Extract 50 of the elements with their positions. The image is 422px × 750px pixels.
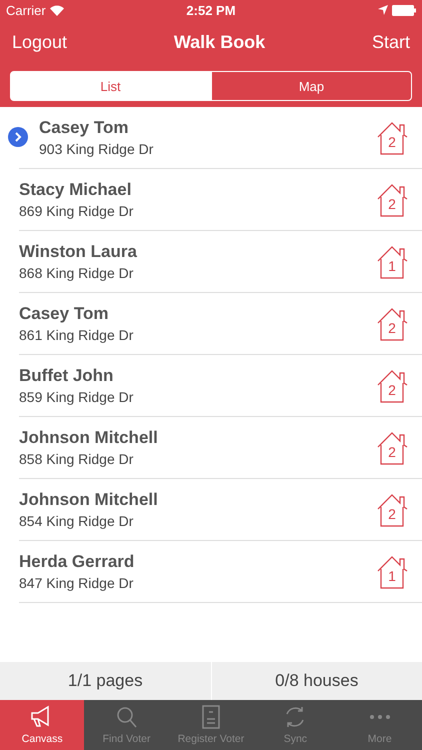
house-icon [376,306,408,340]
voter-address: 859 King Ridge Dr [19,389,134,405]
house-icon [376,244,408,278]
house-count: 2 [387,196,397,212]
voter-name: Herda Gerrard [19,552,136,572]
voter-address: 847 King Ridge Dr [19,575,134,591]
location-icon [378,5,388,15]
segment-tab[interactable]: Map [211,71,412,101]
house-count: 1 [387,568,397,584]
tab-bar-item[interactable]: More [338,700,422,750]
carrier-label: Carrier [6,2,46,18]
house-count: 2 [387,320,397,336]
voter-address: 903 King Ridge Dr [39,141,154,157]
voter-address: 868 King Ridge Dr [19,265,134,281]
house-icon [376,492,408,526]
house-count: 2 [387,444,397,460]
voter-name: Stacy Michael [19,180,132,200]
voter-name: Buffet John [19,366,114,386]
house-icon [376,430,408,464]
tab-bar-item[interactable]: Register Voter [168,700,254,750]
status-time: 2:52 PM [186,2,236,18]
chevron-icon[interactable] [8,127,28,147]
segment-tab[interactable]: List [10,71,211,101]
tab-bar-item[interactable]: Sync [253,700,338,750]
house-count: 1 [387,258,397,274]
house-icon [376,554,408,588]
voter-name: Johnson Mitchell [19,428,159,448]
voter-name: Casey Tom [19,304,110,324]
house-count: 2 [387,382,397,398]
battery-icon [392,4,416,16]
voter-address: 869 King Ridge Dr [19,203,134,219]
house-count: 2 [387,506,397,522]
tab-bar-item[interactable]: Canvass [0,700,84,750]
house-icon [376,368,408,402]
house-icon [376,120,408,154]
more-icon [368,715,391,719]
logout-button[interactable]: Logout [12,32,68,52]
voter-address: 861 King Ridge Dr [19,327,134,343]
voter-name: Casey Tom [39,118,130,138]
wifi-icon [50,4,64,16]
voter-name: Johnson Mitchell [19,490,159,510]
houses-count: 0/8 houses [274,670,360,692]
start-button[interactable]: Start [372,32,410,52]
voter-address: 858 King Ridge Dr [19,451,134,467]
voter-name: Winston Laura [19,242,138,262]
voter-address: 854 King Ridge Dr [19,513,134,529]
house-count: 2 [387,134,397,150]
tab-bar-item[interactable]: Find Voter [84,700,169,750]
house-icon [376,182,408,216]
screen-title: Walk Book [174,32,266,52]
